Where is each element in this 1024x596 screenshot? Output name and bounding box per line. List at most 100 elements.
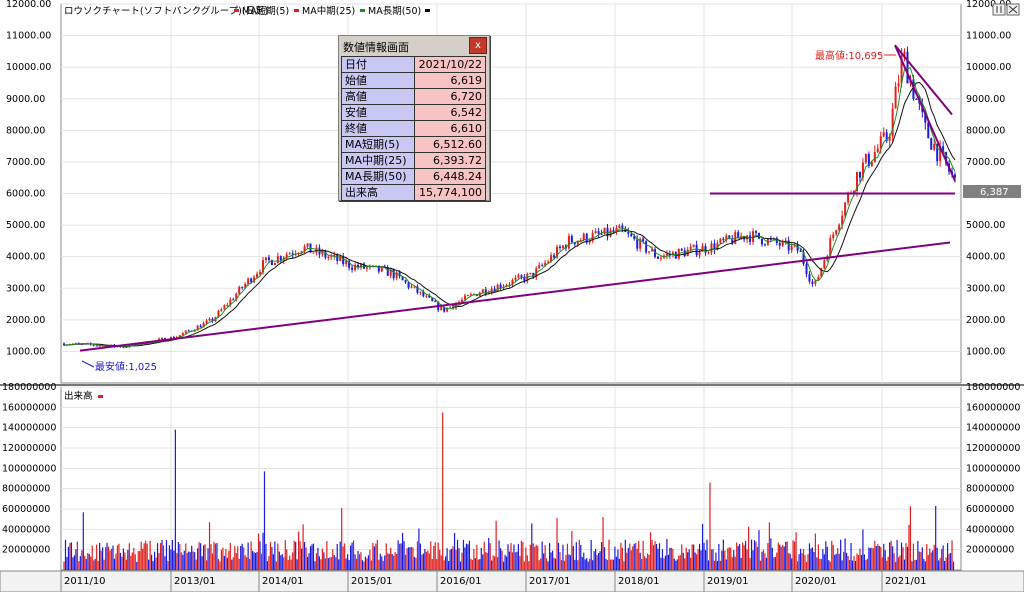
volume-bar bbox=[82, 512, 84, 570]
volume-tick-label: 100000000 bbox=[2, 463, 56, 474]
restore-window-button[interactable] bbox=[992, 3, 1006, 16]
volume-bar bbox=[476, 544, 478, 570]
volume-bar bbox=[240, 545, 242, 570]
volume-bar bbox=[352, 540, 355, 570]
volume-bar bbox=[412, 547, 414, 570]
volume-bar bbox=[838, 553, 840, 570]
volume-axis-right: 180000000 160000000 140000000 120000000 1000… bbox=[966, 382, 1020, 556]
x-tick-label: 2013/01 bbox=[174, 576, 216, 587]
volume-bar bbox=[862, 529, 864, 570]
volume-bar bbox=[930, 552, 932, 570]
volume-bar bbox=[335, 557, 337, 570]
candle bbox=[847, 193, 850, 203]
volume-bar bbox=[679, 555, 681, 570]
volume-bar bbox=[756, 546, 759, 570]
volume-bar bbox=[936, 547, 938, 570]
candle bbox=[205, 320, 208, 324]
popup-value: 6,448.24 bbox=[414, 168, 486, 185]
volume-bar bbox=[393, 555, 395, 570]
volume-bar bbox=[568, 554, 570, 570]
volume-bar bbox=[789, 553, 791, 570]
popup-key: 日付 bbox=[341, 56, 415, 73]
volume-bar bbox=[448, 561, 450, 570]
popup-value: 6,720 bbox=[414, 88, 486, 105]
volume-bar bbox=[636, 548, 638, 570]
volume-bar bbox=[541, 541, 543, 570]
volume-bar bbox=[746, 549, 748, 570]
candle bbox=[463, 295, 466, 300]
popup-close-button[interactable]: x bbox=[469, 37, 487, 54]
volume-bar bbox=[381, 556, 383, 570]
x-tick-label: 2017/01 bbox=[529, 576, 571, 587]
candle bbox=[933, 143, 936, 150]
volume-bar bbox=[477, 559, 479, 570]
volume-bar bbox=[142, 548, 144, 570]
volume-bar bbox=[600, 542, 603, 570]
candle bbox=[778, 242, 781, 246]
volume-bar bbox=[434, 542, 436, 570]
volume-bar bbox=[932, 550, 934, 570]
x-tick-label: 2016/01 bbox=[440, 576, 482, 587]
volume-bar bbox=[854, 560, 857, 570]
volume-bar bbox=[376, 539, 378, 570]
volume-bar bbox=[384, 555, 386, 570]
volume-bar bbox=[658, 543, 661, 570]
volume-bar bbox=[655, 543, 658, 570]
volume-bar bbox=[143, 543, 145, 570]
volume-bar bbox=[119, 552, 122, 570]
restore-window-icon[interactable] bbox=[992, 3, 1006, 16]
volume-bar bbox=[315, 553, 318, 570]
candle bbox=[609, 230, 612, 237]
candle bbox=[823, 260, 826, 269]
volume-bar bbox=[917, 540, 919, 570]
volume-bar bbox=[63, 561, 65, 570]
volume-bar bbox=[225, 548, 227, 570]
popup-value: 6,542 bbox=[414, 104, 486, 121]
volume-bar bbox=[228, 550, 230, 570]
volume-bar bbox=[465, 543, 468, 570]
volume-bar bbox=[696, 554, 698, 570]
volume-bar bbox=[727, 548, 729, 570]
candle bbox=[327, 256, 330, 258]
volume-bar bbox=[492, 555, 494, 570]
volume-bar bbox=[703, 542, 705, 570]
candle bbox=[407, 282, 410, 288]
volume-bar bbox=[363, 561, 365, 570]
volume-bar bbox=[263, 471, 266, 570]
popup-row: 日付 2021/10/22 bbox=[341, 56, 486, 73]
close-window-button[interactable] bbox=[1006, 3, 1020, 16]
candle bbox=[648, 251, 651, 253]
volume-bar bbox=[235, 553, 237, 570]
candle bbox=[306, 243, 309, 247]
volume-bar bbox=[369, 549, 371, 570]
volume-bar bbox=[249, 559, 251, 570]
volume-bar bbox=[67, 546, 70, 570]
volume-bar bbox=[884, 550, 886, 570]
volume-tick-label: 140000000 bbox=[966, 423, 1020, 434]
volume-bar bbox=[899, 555, 901, 570]
volume-bar bbox=[250, 541, 252, 570]
volume-bar bbox=[828, 560, 830, 570]
volume-bar bbox=[409, 547, 411, 570]
volume-bar bbox=[424, 549, 426, 570]
volume-bar bbox=[265, 543, 267, 570]
candle bbox=[659, 257, 662, 259]
volume-bar bbox=[470, 558, 472, 570]
volume-bar bbox=[505, 556, 508, 570]
volume-bar bbox=[79, 556, 81, 570]
candle bbox=[392, 269, 395, 279]
volume-bar bbox=[364, 556, 367, 570]
volume-bar bbox=[739, 544, 741, 570]
volume-bar bbox=[145, 540, 147, 570]
value-info-popup[interactable]: 数値情報画面 x 日付 2021/10/22 始値 6,619 高値 6,720 安値… bbox=[338, 35, 490, 201]
volume-bar bbox=[562, 544, 564, 570]
volume-bar bbox=[623, 561, 625, 570]
candle bbox=[273, 262, 276, 265]
volume-bar bbox=[344, 543, 346, 570]
volume-bar bbox=[927, 554, 929, 570]
volume-bar bbox=[657, 548, 659, 570]
candle bbox=[419, 291, 422, 293]
chart-svg[interactable]: 12000.00 11000.00 10000.00 9000.00 8000.00 70… bbox=[0, 0, 1024, 593]
volume-tick-label: 180000000 bbox=[966, 382, 1020, 393]
volume-bar bbox=[241, 543, 243, 570]
